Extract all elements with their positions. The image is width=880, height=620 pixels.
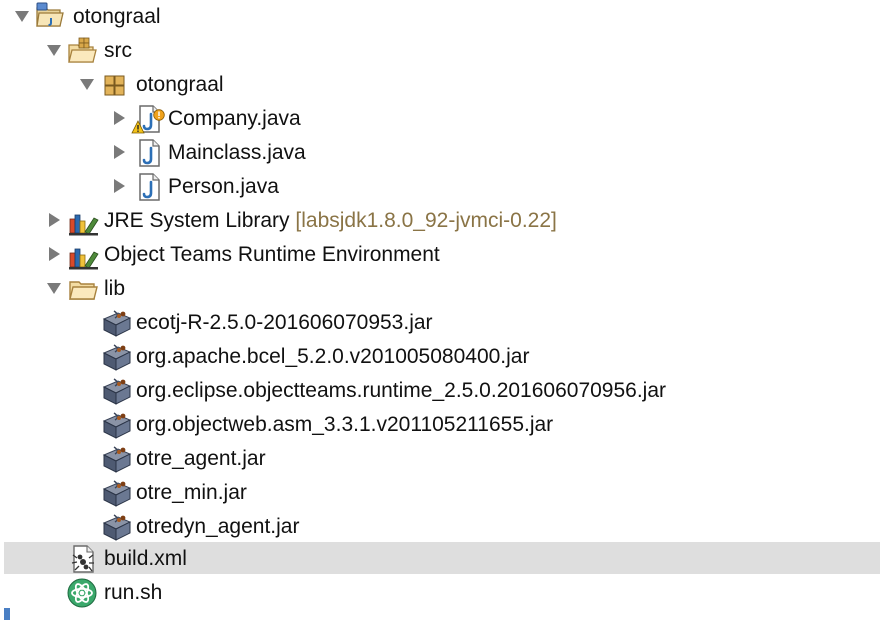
tree-item-label: org.apache.bcel_5.2.0.v201005080400.jar [136, 345, 530, 368]
chevron-right-icon[interactable] [45, 245, 63, 263]
jar-icon [100, 409, 132, 441]
library-icon [67, 239, 99, 271]
tree-item-label: org.objectweb.asm_3.3.1.v201105211655.ja… [136, 413, 554, 436]
java-file-icon [133, 171, 165, 203]
tree-item-label: lib [104, 277, 126, 300]
tree-item-label: run.sh [104, 581, 163, 604]
script-icon [66, 577, 98, 609]
tree-item-run-sh[interactable]: run.sh [0, 576, 880, 610]
chevron-down-icon[interactable] [45, 279, 63, 297]
library-icon [67, 205, 99, 237]
chevron-down-icon[interactable] [13, 7, 31, 25]
tree-item-src[interactable]: src [0, 34, 880, 68]
tree-item-label: otre_min.jar [136, 481, 247, 504]
tree-item-package[interactable]: otongraal [0, 68, 880, 102]
tree-item-jar[interactable]: ecotj-R-2.5.0-201606070953.jar [0, 306, 880, 340]
tree-item-java-file[interactable]: Person.java [0, 170, 880, 204]
tree-item-build-xml[interactable]: build.xml [0, 542, 880, 576]
chevron-right-icon[interactable] [110, 109, 128, 127]
tree-item-label: otre_agent.jar [136, 447, 266, 470]
tree-item-label: Person.java [168, 175, 279, 198]
jar-icon [100, 511, 132, 543]
chevron-down-icon[interactable] [78, 75, 96, 93]
ant-build-icon [67, 543, 99, 575]
java-file-icon [133, 137, 165, 169]
tree-item-label: ecotj-R-2.5.0-201606070953.jar [136, 311, 433, 334]
tree-item-jar[interactable]: org.objectweb.asm_3.3.1.v201105211655.ja… [0, 408, 880, 442]
tree-item-jar[interactable]: otredyn_agent.jar [0, 510, 880, 544]
jar-icon [100, 375, 132, 407]
tree-item-label: otredyn_agent.jar [136, 515, 300, 538]
tree-item-otre-library[interactable]: Object Teams Runtime Environment [0, 238, 880, 272]
chevron-right-icon[interactable] [45, 211, 63, 229]
tree-item-jre-library[interactable]: JRE System Library [labsjdk1.8.0_92-jvmc… [0, 204, 880, 238]
tree-item-jar[interactable]: otre_min.jar [0, 476, 880, 510]
tree-item-lib-folder[interactable]: lib [0, 272, 880, 306]
tree-item-java-file[interactable]: Company.java [0, 102, 880, 136]
java-project-icon [34, 1, 66, 33]
package-icon [100, 69, 132, 101]
tree-item-jar[interactable]: org.apache.bcel_5.2.0.v201005080400.jar [0, 340, 880, 374]
jar-icon [100, 307, 132, 339]
tree-item-label: Company.java [168, 107, 301, 130]
warning-icon [153, 103, 165, 121]
tree-item-jar[interactable]: org.eclipse.objectteams.runtime_2.5.0.20… [0, 374, 880, 408]
tree-item-label: org.eclipse.objectteams.runtime_2.5.0.20… [136, 379, 667, 402]
tree-item-java-file[interactable]: Mainclass.java [0, 136, 880, 170]
tree-item-label: src [104, 39, 132, 62]
tree-item-project[interactable]: otongraal [0, 0, 880, 34]
folder-icon [67, 273, 99, 305]
tree-item-label: build.xml [104, 547, 187, 570]
chevron-down-icon[interactable] [45, 41, 63, 59]
project-icon-fragment [4, 608, 10, 620]
tree-item-label: JRE System Library [labsjdk1.8.0_92-jvmc… [104, 208, 557, 234]
library-name: JRE System Library [104, 209, 290, 232]
partially-visible-row [0, 606, 880, 620]
jar-icon [100, 477, 132, 509]
jar-icon [100, 341, 132, 373]
jar-icon [100, 443, 132, 475]
library-decoration: [labsjdk1.8.0_92-jvmci-0.22] [295, 209, 557, 232]
source-folder-icon [66, 35, 98, 67]
tree-item-jar[interactable]: otre_agent.jar [0, 442, 880, 476]
tree-item-label: Object Teams Runtime Environment [104, 243, 440, 266]
tree-item-label: Mainclass.java [168, 141, 306, 164]
chevron-right-icon[interactable] [110, 143, 128, 161]
chevron-right-icon[interactable] [110, 177, 128, 195]
tree-item-label: otongraal [73, 5, 161, 28]
tree-item-label: otongraal [136, 73, 224, 96]
warning-icon [131, 116, 145, 134]
